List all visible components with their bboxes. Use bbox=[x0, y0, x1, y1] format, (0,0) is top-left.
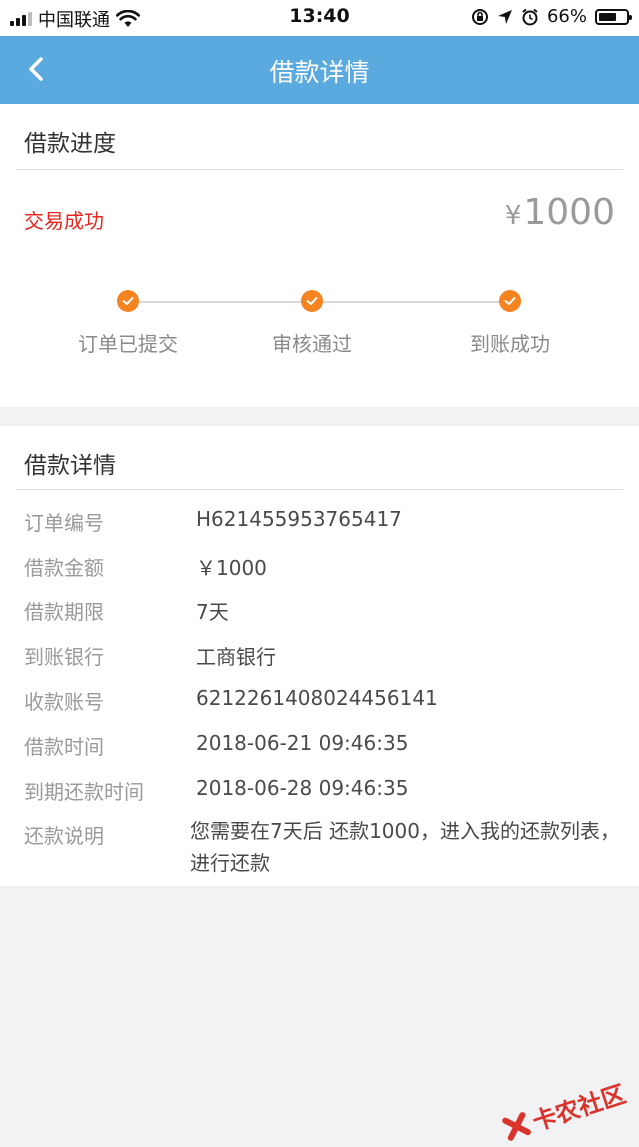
row-label: 收款账号 bbox=[24, 690, 104, 714]
step-check-icon bbox=[499, 290, 521, 312]
row-label: 借款时间 bbox=[24, 735, 104, 759]
status-right: 66% bbox=[471, 6, 632, 27]
loan-amount: ¥1000 bbox=[505, 192, 615, 233]
row-value: 2018-06-28 09:46:35 bbox=[196, 776, 409, 800]
step-check-icon bbox=[117, 290, 139, 312]
watermark-text: 卡农社区 bbox=[529, 1080, 630, 1137]
rotation-lock-icon bbox=[471, 8, 488, 25]
row-label: 到期还款时间 bbox=[24, 780, 144, 804]
row-value: 您需要在7天后 还款1000，进入我的还款列表，进行还款 bbox=[190, 819, 620, 875]
row-label: 订单编号 bbox=[24, 511, 104, 535]
row-label: 借款金额 bbox=[24, 556, 104, 580]
row-label: 借款期限 bbox=[24, 600, 104, 624]
row-value: H621455953765417 bbox=[196, 507, 402, 531]
transaction-status: 交易成功 bbox=[24, 209, 104, 233]
alarm-icon bbox=[522, 8, 538, 25]
location-icon bbox=[497, 9, 512, 24]
nav-bar: 借款详情 bbox=[0, 36, 639, 104]
progress-section-title: 借款进度 bbox=[24, 131, 116, 157]
step-check-icon bbox=[301, 290, 323, 312]
currency-symbol: ¥ bbox=[504, 201, 522, 231]
status-bar: 中国联通 13:40 66% bbox=[0, 0, 639, 36]
row-value: 工商银行 bbox=[196, 645, 276, 669]
battery-percent: 66% bbox=[546, 6, 587, 27]
row-value: 7天 bbox=[196, 600, 229, 624]
step-label-credited: 到账成功 bbox=[470, 332, 550, 356]
battery-icon bbox=[595, 8, 632, 25]
row-label: 还款说明 bbox=[24, 824, 104, 848]
page-title: 借款详情 bbox=[269, 58, 370, 87]
divider bbox=[16, 169, 623, 170]
row-value: ￥1000 bbox=[196, 556, 267, 580]
row-value: 6212261408024456141 bbox=[196, 686, 438, 710]
amount-value: 1000 bbox=[523, 192, 615, 233]
divider bbox=[16, 489, 623, 490]
detail-section-title: 借款详情 bbox=[24, 453, 116, 479]
row-value: 2018-06-21 09:46:35 bbox=[196, 731, 409, 755]
detail-card: 借款详情 订单编号 H621455953765417 借款金额 ￥1000 借款… bbox=[0, 426, 639, 886]
step-label-submitted: 订单已提交 bbox=[78, 332, 178, 356]
step-label-approved: 审核通过 bbox=[272, 332, 352, 356]
progress-card: 借款进度 交易成功 ¥1000 订单已提交 审核通过 到账成功 bbox=[0, 104, 639, 407]
row-label: 到账银行 bbox=[24, 645, 104, 669]
watermark-logo-icon bbox=[502, 1111, 531, 1141]
